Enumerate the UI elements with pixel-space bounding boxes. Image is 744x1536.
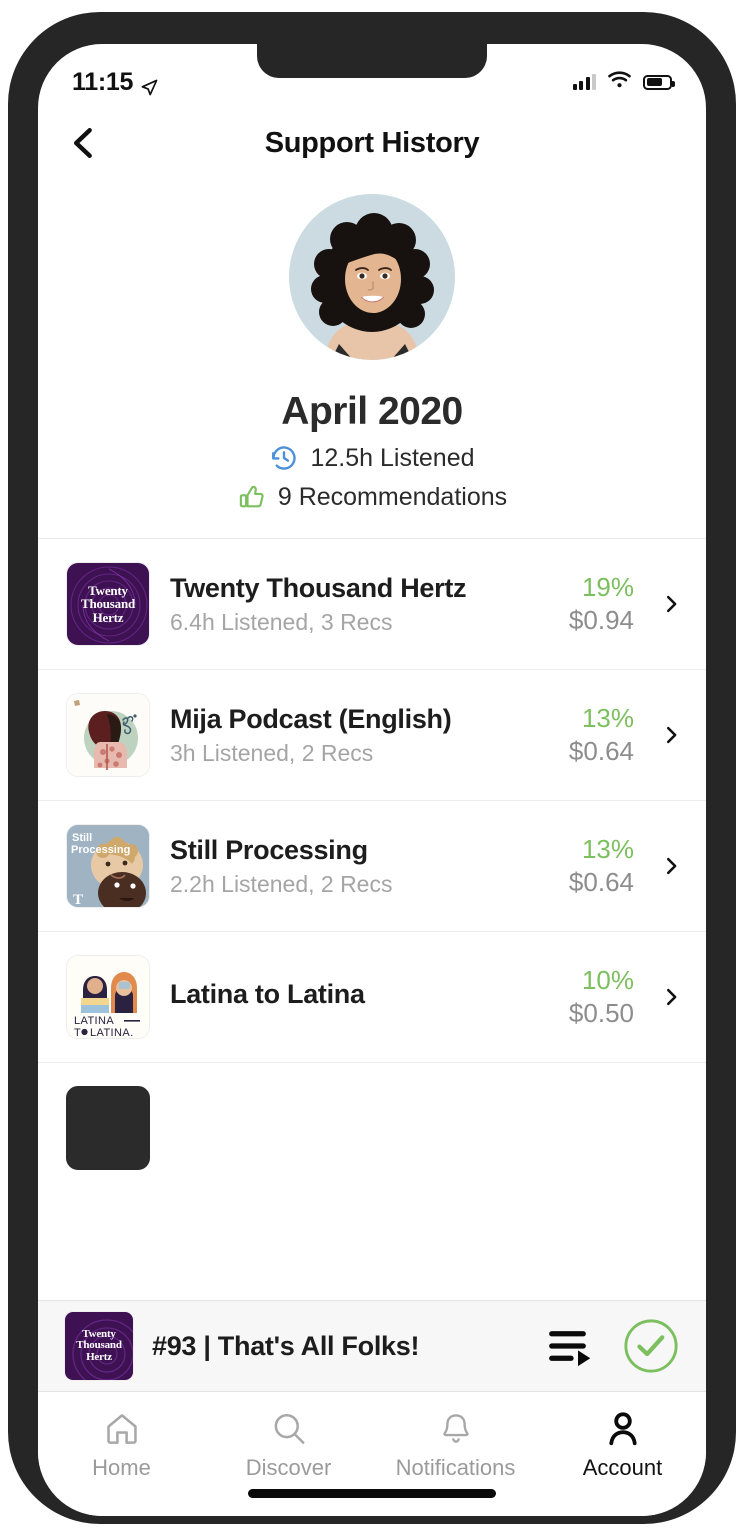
tab-account[interactable]: Account: [539, 1408, 706, 1481]
back-button[interactable]: [62, 121, 106, 165]
row-stats: 13% $0.64: [569, 834, 634, 898]
podcast-amount: $0.50: [568, 998, 634, 1028]
cellular-signal-icon: [572, 74, 596, 90]
chevron-right-icon[interactable]: [660, 985, 682, 1009]
status-icons: [572, 70, 675, 94]
svg-text:T: T: [74, 1027, 81, 1039]
podcast-percent: 10%: [581, 965, 634, 995]
podcast-percent: 19%: [581, 572, 634, 602]
tab-label: Home: [92, 1455, 151, 1480]
status-time-group: 11:15: [72, 68, 158, 97]
table-row[interactable]: Twenty Thousand Hertz Twenty Thousand Hert…: [38, 539, 706, 669]
search-icon: [205, 1408, 372, 1450]
notch: [257, 44, 487, 78]
svg-text:Processing: Processing: [71, 844, 130, 856]
row-stats: 19% $0.94: [569, 572, 634, 636]
svg-text:LATINA.: LATINA.: [90, 1027, 134, 1039]
history-clock-icon: [269, 443, 299, 473]
latina-to-latina-artwork: LATINA T LATINA.: [66, 955, 150, 1039]
location-arrow-icon: [141, 74, 158, 95]
svg-text:LATINA: LATINA: [74, 1015, 114, 1027]
thumbs-up-icon: [237, 482, 267, 512]
phone-screen: 11:15 Support History April 2020 12.5h L…: [38, 44, 706, 1516]
recommendations-text: 9 Recommendations: [277, 482, 508, 511]
player-episode-title: #93 | That's All Folks!: [152, 1330, 420, 1361]
player-artwork: Twenty Thousand Hertz: [64, 1311, 134, 1381]
tab-label: Account: [582, 1455, 663, 1480]
tab-home[interactable]: Home: [38, 1408, 205, 1481]
row-text: Twenty Thousand Hertz 6.4h Listened, 3 R…: [170, 573, 549, 636]
person-icon: [539, 1408, 706, 1450]
tab-label: Discover: [245, 1455, 332, 1480]
twenty-thousand-hertz-artwork: Twenty Thousand Hertz: [66, 562, 150, 646]
wifi-icon: [607, 70, 632, 94]
table-row[interactable]: [38, 1062, 706, 1193]
mija-podcast-artwork: [66, 693, 150, 777]
page-title: Support History: [264, 126, 480, 159]
tab-label: Notifications: [395, 1455, 516, 1480]
check-circle-icon[interactable]: [622, 1317, 680, 1375]
row-text: Still Processing 2.2h Listened, 2 Recs: [170, 835, 549, 898]
chevron-right-icon[interactable]: [660, 854, 682, 878]
podcast-title: Mija Podcast (English): [170, 703, 452, 734]
summary-month: April 2020: [281, 390, 463, 433]
row-stats: 13% $0.64: [569, 703, 634, 767]
tab-discover[interactable]: Discover: [205, 1408, 372, 1481]
phone-frame: 11:15 Support History April 2020 12.5h L…: [8, 12, 736, 1524]
home-indicator[interactable]: [248, 1489, 496, 1498]
podcast-title: Latina to Latina: [170, 979, 365, 1009]
podcast-percent: 13%: [581, 703, 634, 733]
chevron-right-icon[interactable]: [660, 592, 682, 616]
podcast-subtitle: 6.4h Listened, 3 Recs: [170, 608, 393, 635]
avatar: [289, 194, 455, 360]
podcast-subtitle: 3h Listened, 2 Recs: [170, 739, 374, 766]
podcast-amount: $0.64: [568, 867, 634, 897]
podcast-title: Still Processing: [170, 834, 368, 865]
table-row[interactable]: LATINA T LATINA. Latina to Latina 10% $0…: [38, 931, 706, 1062]
still-processing-artwork: Still Processing T: [66, 824, 150, 908]
mini-player[interactable]: Twenty Thousand Hertz #93 | That's All Fol…: [38, 1300, 706, 1392]
podcast-amount: $0.64: [568, 736, 634, 766]
home-icon: [38, 1408, 205, 1450]
podcast-amount: $0.94: [568, 605, 634, 635]
nav-bar: Support History: [38, 106, 706, 180]
listened-text: 12.5h Listened: [310, 443, 475, 472]
svg-text:T: T: [73, 892, 83, 907]
battery-icon: [643, 74, 675, 90]
podcast-percent: 13%: [581, 834, 634, 864]
profile-summary: April 2020 12.5h Listened 9 Recommendati…: [38, 180, 706, 538]
row-text: Latina to Latina: [170, 979, 549, 1015]
podcast-title: Twenty Thousand Hertz: [170, 572, 467, 603]
row-stats: 10% $0.50: [569, 965, 634, 1029]
svg-text:Still: Still: [72, 832, 92, 844]
table-row[interactable]: Mija Podcast (English) 3h Listened, 2 Re…: [38, 669, 706, 800]
recommendations-stat: 9 Recommendations: [38, 482, 706, 512]
podcast-list: Twenty Thousand Hertz Twenty Thousand Hert…: [38, 539, 706, 1193]
tab-notifications[interactable]: Notifications: [372, 1408, 539, 1481]
queue-playlist-icon[interactable]: [548, 1325, 594, 1367]
table-row[interactable]: Still Processing T Still Processing 2.2h…: [38, 800, 706, 931]
chevron-right-icon[interactable]: [660, 723, 682, 747]
row-text: Mija Podcast (English) 3h Listened, 2 Re…: [170, 704, 549, 767]
bell-icon: [372, 1408, 539, 1450]
next-podcast-artwork: [66, 1086, 150, 1170]
status-time: 11:15: [72, 67, 134, 96]
podcast-subtitle: 2.2h Listened, 2 Recs: [170, 870, 393, 897]
listened-stat: 12.5h Listened: [38, 443, 706, 473]
